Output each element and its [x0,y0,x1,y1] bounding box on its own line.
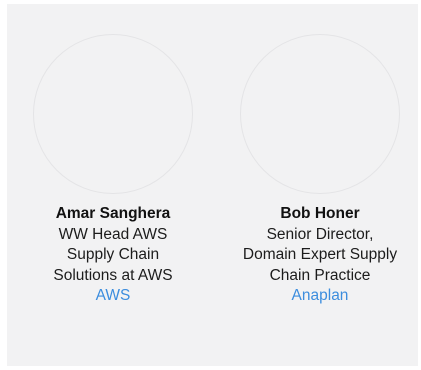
speaker-photo [240,34,400,194]
speaker-card-amar-sanghera: Amar Sanghera WW Head AWS Supply Chain S… [33,34,193,307]
speaker-card-bob-honer: Bob Honer Senior Director, Domain Expert… [240,34,400,307]
speaker-photo [33,34,193,194]
speaker-role: WW Head AWS Supply Chain Solutions at AW… [53,225,173,284]
speaker-name: Bob Honer [280,205,360,222]
speaker-company-link[interactable]: Anaplan [292,287,349,304]
speakers-panel: Amar Sanghera WW Head AWS Supply Chain S… [7,4,418,366]
speaker-name: Amar Sanghera [55,205,171,222]
speaker-role: Senior Director, Domain Expert Supply Ch… [242,225,398,284]
speaker-company-link[interactable]: AWS [96,287,131,304]
